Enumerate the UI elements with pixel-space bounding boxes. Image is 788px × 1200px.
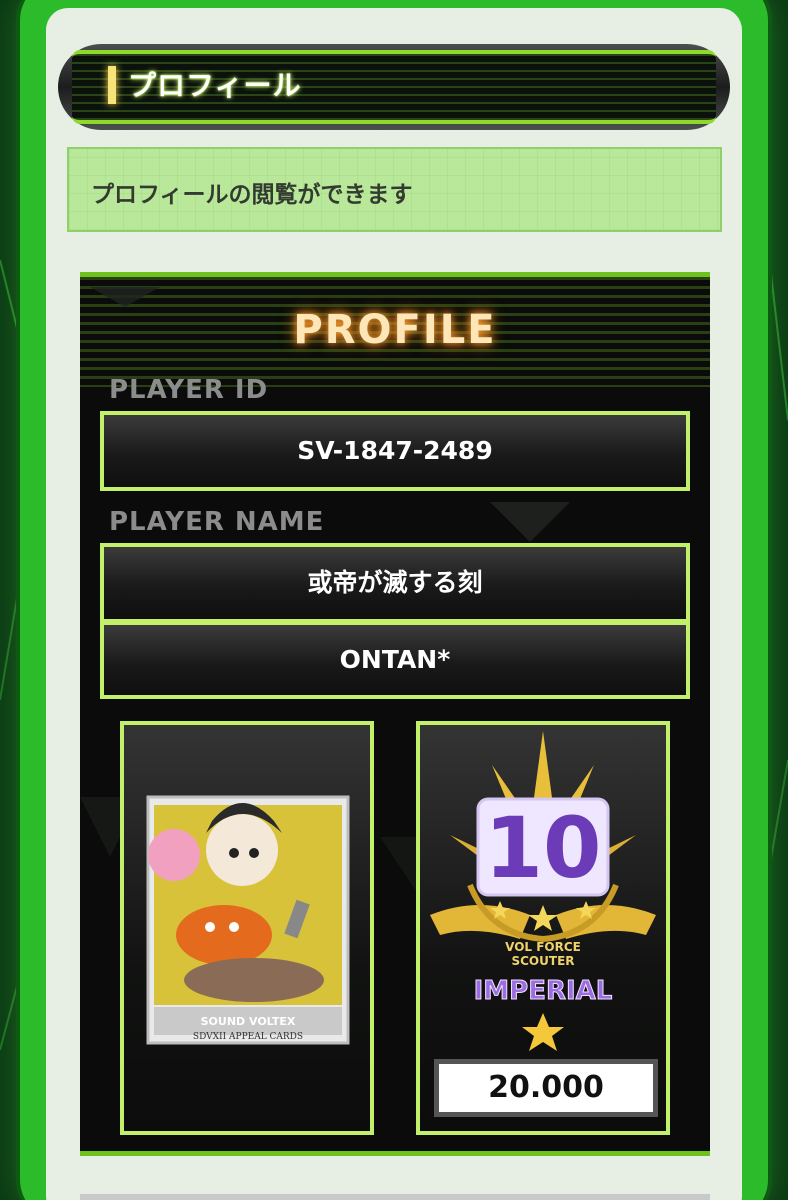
appeal-card-brand: SOUND VOLTEX	[201, 1015, 296, 1028]
header-accent-bar	[108, 66, 116, 104]
player-title-field: 或帝が滅する刻	[100, 543, 690, 623]
volforce-caption-bottom: SCOUTER	[511, 954, 574, 968]
app-screen: プロフィール プロフィールの閲覧ができます PROFILE PLAYER ID …	[0, 0, 788, 1200]
volforce-emblem: 10 VOL FORCE SCOUTER IMPERIAL	[430, 731, 656, 1051]
notice-text: プロフィールの閲覧ができます	[91, 182, 413, 208]
appeal-card-footer: SDVXII APPEAL CARDS	[193, 1032, 303, 1042]
volforce-frame[interactable]: 10 VOL FORCE SCOUTER IMPERIAL 20.000	[416, 721, 670, 1135]
volforce-caption-top: VOL FORCE	[505, 940, 581, 954]
volforce-class-name: IMPERIAL	[474, 976, 613, 1006]
profile-heading: PROFILE	[293, 307, 497, 353]
player-name-field: ONTAN*	[100, 621, 690, 699]
player-name-label: PLAYER NAME	[109, 507, 325, 537]
notice-box: プロフィールの閲覧ができます	[67, 147, 722, 232]
page-title: プロフィール	[128, 69, 302, 102]
player-id-label: PLAYER ID	[109, 375, 269, 405]
star-icon	[522, 1013, 564, 1051]
appeal-card-frame[interactable]: SOUND VOLTEX SDVXII APPEAL CARDS	[120, 721, 374, 1135]
player-id-field: SV-1847-2489	[100, 411, 690, 491]
volforce-rank-number: 10	[485, 799, 602, 897]
volforce-value: 20.000	[434, 1059, 658, 1117]
appeal-card-image: SOUND VOLTEX SDVXII APPEAL CARDS	[146, 795, 350, 1045]
profile-card: PROFILE PLAYER ID SV-1847-2489 PLAYER NA…	[80, 272, 710, 1156]
next-section-edge	[80, 1194, 710, 1200]
